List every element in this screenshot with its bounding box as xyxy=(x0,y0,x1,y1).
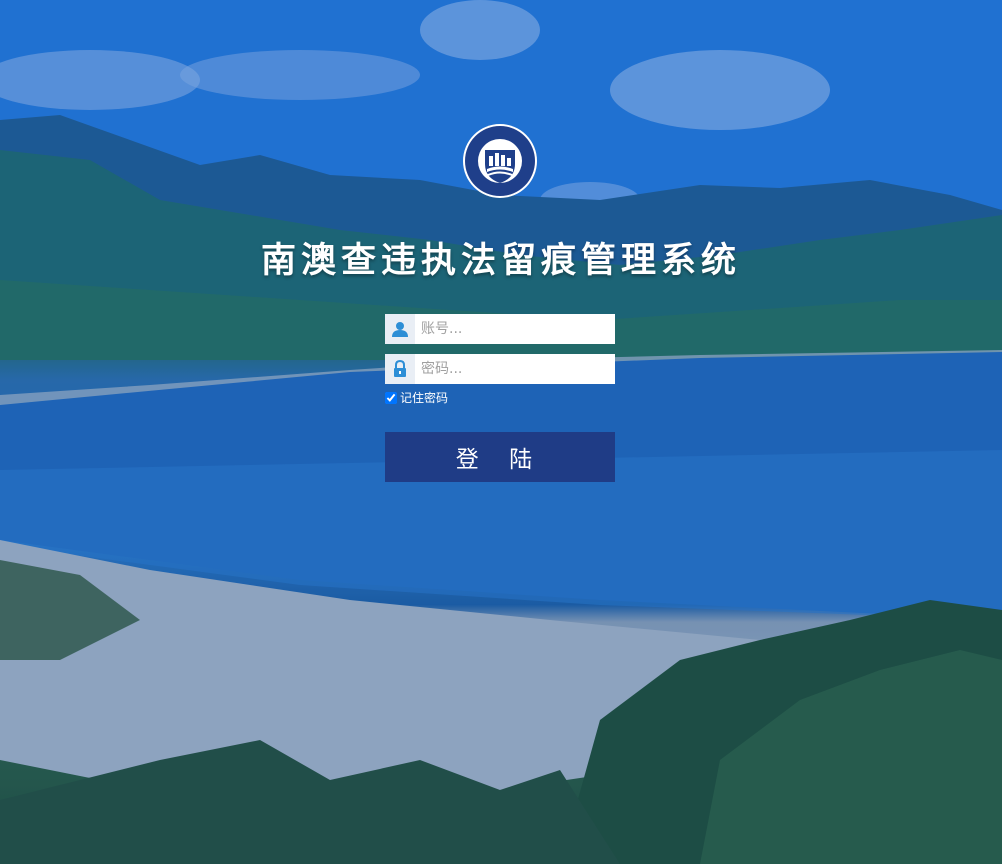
remember-checkbox[interactable] xyxy=(385,391,397,404)
account-input[interactable] xyxy=(415,314,613,344)
lock-icon xyxy=(385,354,415,384)
system-title: 南澳查违执法留痕管理系统 xyxy=(260,241,741,281)
remember-password[interactable]: 记住密码 xyxy=(385,389,448,406)
user-icon xyxy=(385,314,415,344)
remember-label: 记住密码 xyxy=(400,391,449,405)
logo-emblem xyxy=(463,124,537,198)
password-field[interactable] xyxy=(385,354,615,384)
login-button[interactable]: 登 陆 xyxy=(385,432,615,482)
account-field[interactable] xyxy=(385,314,615,344)
password-input[interactable] xyxy=(415,354,613,384)
login-background: 南澳查违执法留痕管理系统 记住密码 登 陆 xyxy=(0,0,1002,864)
